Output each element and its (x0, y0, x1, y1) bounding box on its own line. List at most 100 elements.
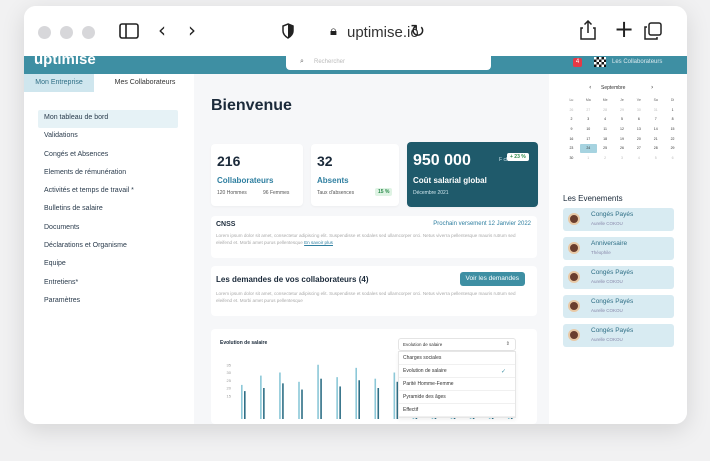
chart-type-option[interactable]: Pyramide des âges (399, 391, 515, 404)
calendar-day[interactable]: 16 (563, 135, 580, 144)
sidebar-item-validations[interactable]: Validations (38, 128, 178, 146)
user-menu[interactable]: Les Collaborateurs (612, 59, 662, 65)
shield-icon[interactable] (282, 22, 294, 42)
absents-card[interactable]: 32 Absents Taux d'absences 15 % (311, 144, 399, 206)
calendar-day[interactable]: 19 (614, 135, 631, 144)
tab-mes-collaborateurs[interactable]: Mes Collaborateurs (96, 74, 194, 92)
calendar-day[interactable]: 9 (563, 125, 580, 134)
sidebar-item-bulletins[interactable]: Bulletins de salaire (38, 201, 178, 219)
calendar-day[interactable]: 29 (664, 144, 681, 153)
sidebar-item-parametres[interactable]: Paramètres (38, 293, 178, 311)
chart-type-option[interactable]: Evolution de salaire ✓ (399, 365, 515, 378)
cout-salarial-card[interactable]: 950 000 F cfa + 23 % Coût salarial globa… (407, 142, 538, 207)
calendar-day[interactable]: 24 (579, 144, 597, 153)
sidebar-item-equipe[interactable]: Equipe (38, 256, 178, 274)
forward-icon[interactable]: › (188, 20, 196, 40)
sidebar-item-conges[interactable]: Congés et Absences (38, 147, 178, 165)
calendar-day[interactable]: 5 (647, 154, 664, 163)
growth-badge: + 23 % (507, 153, 529, 161)
minimize-window-button[interactable] (60, 26, 73, 39)
calendar-day[interactable]: 28 (647, 144, 664, 153)
sidebar-item-entretiens[interactable]: Entretiens* (38, 275, 178, 293)
event-title: Anniversaire (591, 240, 628, 247)
calendar-day[interactable]: 7 (647, 115, 664, 124)
sidebar-item-activites[interactable]: Activités et temps de travail * (38, 183, 178, 201)
calendar-day[interactable]: 28 (597, 106, 614, 115)
calendar-day[interactable]: 26 (563, 106, 580, 115)
calendar-day[interactable]: 6 (630, 115, 647, 124)
calendar-day[interactable]: 2 (563, 115, 580, 124)
calendar-day[interactable]: 29 (614, 106, 631, 115)
chart-bar (393, 372, 396, 419)
event-item[interactable]: Congés Payés Aurelle COKOU (563, 324, 674, 347)
calendar-day[interactable]: 4 (597, 115, 614, 124)
calendar-day[interactable]: 22 (664, 135, 681, 144)
en-savoir-plus-link[interactable]: En savoir plus (304, 240, 333, 245)
tabs-overview-icon[interactable] (644, 22, 662, 43)
sidebar-item-dashboard[interactable]: Mon tableau de bord (38, 110, 178, 129)
calendar-day[interactable]: 25 (597, 144, 614, 153)
event-item[interactable]: Congés Payés Aurelle COKOU (563, 208, 674, 231)
calendar-day[interactable]: 30 (563, 154, 580, 163)
event-item[interactable]: Anniversaire Théophile (563, 237, 674, 260)
right-panel: ‹ Septembre › Lu Ma Me Je Ve Sa Di 26 27 28 29 30 31… (549, 74, 687, 424)
calendar-day[interactable]: 3 (614, 154, 631, 163)
maximize-window-button[interactable] (82, 26, 95, 39)
event-item[interactable]: Congés Payés Aurelle COKOU (563, 295, 674, 318)
search-icon: ⌕ (300, 57, 304, 65)
close-window-button[interactable] (38, 26, 51, 39)
calendar-day[interactable]: 12 (614, 125, 631, 134)
calendar-weekday: Ve (636, 98, 641, 102)
avatar[interactable] (594, 57, 606, 67)
back-icon[interactable]: ‹ (158, 20, 166, 40)
cnss-next-payment: Prochain versement 12 Janvier 2022 (433, 221, 531, 227)
calendar-day[interactable]: 14 (647, 125, 664, 134)
address-bar[interactable]: uptimise.io (347, 24, 419, 41)
sidebar-item-documents[interactable]: Documents (38, 220, 178, 238)
sidebar-item-declarations[interactable]: Déclarations et Organisme (38, 238, 178, 256)
sidebar-item-remuneration[interactable]: Elements de rémunération (38, 165, 178, 183)
calendar-day[interactable]: 26 (614, 144, 631, 153)
chevron-right-icon[interactable]: › (651, 84, 653, 91)
reload-icon[interactable]: ↻ (410, 21, 425, 42)
calendar-day[interactable]: 2 (597, 154, 614, 163)
calendar-day[interactable]: 21 (647, 135, 664, 144)
share-icon[interactable] (580, 19, 596, 43)
calendar-day[interactable]: 31 (647, 106, 664, 115)
calendar-day[interactable]: 11 (597, 125, 614, 134)
notification-badge[interactable]: 4 (573, 58, 582, 67)
calendar-day[interactable]: 3 (580, 115, 597, 124)
calendar-day[interactable]: 1 (664, 106, 681, 115)
search-input[interactable]: ⌕ Rechercher (286, 56, 491, 70)
calendar-day[interactable]: 18 (597, 135, 614, 144)
chart-type-select[interactable]: Evolution de salaire ⇕ (398, 338, 516, 351)
calendar-day[interactable]: 1 (580, 154, 597, 163)
tab-mon-entreprise[interactable]: Mon Entreprise (24, 74, 94, 92)
calendar-day[interactable]: 27 (630, 144, 647, 153)
sidebar-toggle-icon[interactable] (119, 22, 139, 42)
calendar-day[interactable]: 8 (664, 115, 681, 124)
calendar-day[interactable]: 4 (630, 154, 647, 163)
chart-type-option[interactable]: Effectif (399, 404, 515, 417)
calendar-day[interactable]: 23 (563, 144, 580, 153)
calendar-day[interactable]: 17 (580, 135, 597, 144)
y-tick-label: 30 (227, 370, 232, 375)
calendar-day[interactable]: 5 (614, 115, 631, 124)
chevron-left-icon[interactable]: ‹ (589, 84, 591, 91)
collaborateurs-card[interactable]: 216 Collaborateurs 120 Hommes 96 Femmes (211, 144, 303, 206)
avatar (568, 271, 580, 283)
voir-demandes-button[interactable]: Voir les demandes (459, 272, 525, 286)
calendar-day[interactable]: 27 (580, 106, 597, 115)
chart-type-option[interactable]: Parité Homme-Femme (399, 378, 515, 391)
calendar-day[interactable]: 20 (630, 135, 647, 144)
new-tab-icon[interactable]: + (614, 17, 634, 41)
chart-type-option[interactable]: Charges sociales (399, 352, 515, 365)
event-title: Congés Payés (591, 211, 634, 218)
event-item[interactable]: Congés Payés Aurelle COKOU (563, 266, 674, 289)
calendar-day[interactable]: 15 (664, 125, 681, 134)
calendar-day[interactable]: 6 (664, 154, 681, 163)
app-logo[interactable]: uptimise (34, 56, 96, 68)
calendar-day[interactable]: 13 (630, 125, 647, 134)
calendar-day[interactable]: 10 (580, 125, 597, 134)
calendar-day[interactable]: 30 (630, 106, 647, 115)
